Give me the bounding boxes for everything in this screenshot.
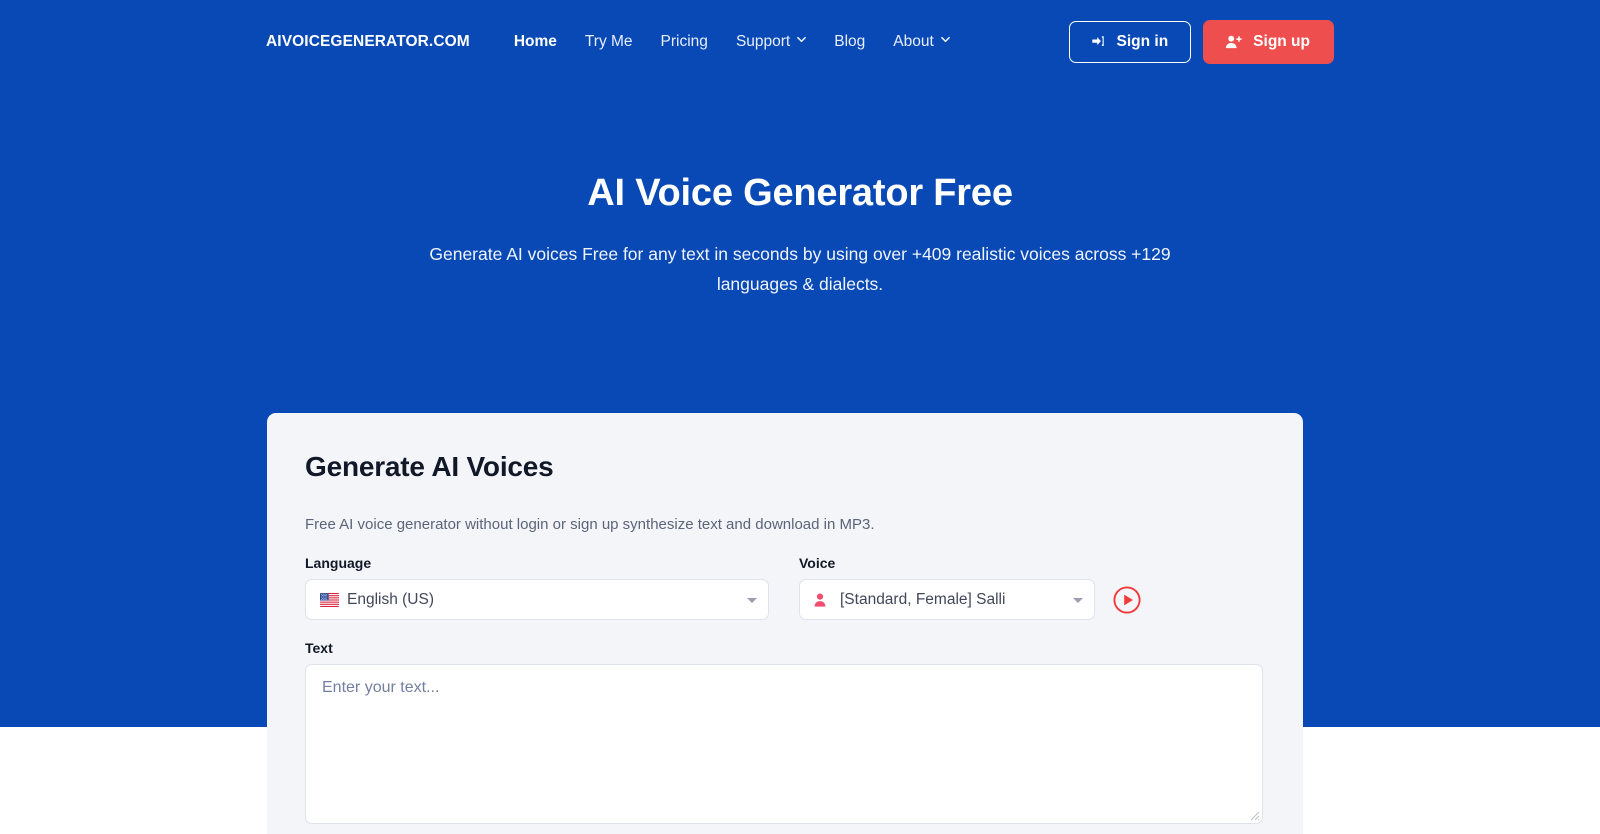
language-field: Language English (US)	[305, 555, 769, 620]
us-flag-icon	[320, 592, 339, 607]
user-plus-icon	[1225, 34, 1242, 50]
text-field: Text Enter your text...	[305, 640, 1265, 824]
card-description: Free AI voice generator without login or…	[305, 516, 875, 533]
text-label: Text	[305, 640, 333, 656]
nav-item-support[interactable]: Support	[722, 27, 820, 57]
sign-in-button[interactable]: Sign in	[1068, 20, 1192, 63]
person-icon	[814, 593, 826, 607]
nav-links: Home Try Me Pricing Support Blog About	[500, 27, 964, 57]
nav-item-pricing[interactable]: Pricing	[647, 27, 722, 57]
play-preview-button[interactable]	[1113, 586, 1141, 614]
language-select[interactable]: English (US)	[305, 579, 769, 620]
nav-item-blog[interactable]: Blog	[820, 27, 879, 57]
form-row: Language English (US) Voice [Standard, F…	[305, 555, 1265, 620]
nav-item-home-label: Home	[513, 32, 557, 50]
text-input[interactable]: Enter your text...	[305, 664, 1263, 824]
sign-in-label: Sign in	[1116, 32, 1169, 50]
sign-up-label: Sign up	[1253, 32, 1310, 50]
language-label: Language	[305, 555, 372, 571]
hero-subtitle: Generate AI voices Free for any text in …	[429, 243, 1171, 294]
voice-value: [Standard, Female] Salli	[840, 590, 1006, 608]
text-input-placeholder: Enter your text...	[322, 679, 440, 696]
brand-logo[interactable]: AIVOICEGENERATOR.COM	[266, 33, 470, 51]
generator-card: Generate AI Voices Free AI voice generat…	[267, 413, 1303, 834]
page-title: AI Voice Generator Free	[587, 172, 1013, 215]
voice-select[interactable]: [Standard, Female] Salli	[799, 579, 1095, 620]
language-value: English (US)	[347, 590, 434, 608]
chevron-down-icon	[747, 597, 757, 603]
sign-in-icon	[1090, 34, 1106, 50]
voice-field: Voice [Standard, Female] Salli	[799, 555, 1095, 620]
chevron-down-icon	[940, 35, 950, 44]
nav-item-blog-label: Blog	[834, 32, 866, 50]
nav-item-about[interactable]: About	[879, 27, 964, 57]
chevron-down-icon	[797, 35, 807, 44]
nav-item-support-label: Support	[735, 32, 791, 50]
nav-actions: Sign in Sign up	[1068, 19, 1334, 64]
nav-item-try-me[interactable]: Try Me	[571, 27, 647, 57]
card-title: Generate AI Voices	[305, 451, 554, 482]
nav-item-about-label: About	[893, 32, 934, 50]
resize-handle-icon[interactable]	[1249, 810, 1260, 821]
nav-item-try-me-label: Try Me	[584, 32, 633, 50]
page-root: AIVOICEGENERATOR.COM Home Try Me Pricing…	[0, 0, 1600, 834]
sign-up-button[interactable]: Sign up	[1203, 19, 1334, 64]
voice-label: Voice	[799, 555, 836, 571]
nav-item-home[interactable]: Home	[500, 27, 571, 57]
nav-item-pricing-label: Pricing	[660, 32, 708, 50]
navbar: AIVOICEGENERATOR.COM Home Try Me Pricing…	[0, 0, 1600, 83]
chevron-down-icon	[1073, 597, 1083, 603]
